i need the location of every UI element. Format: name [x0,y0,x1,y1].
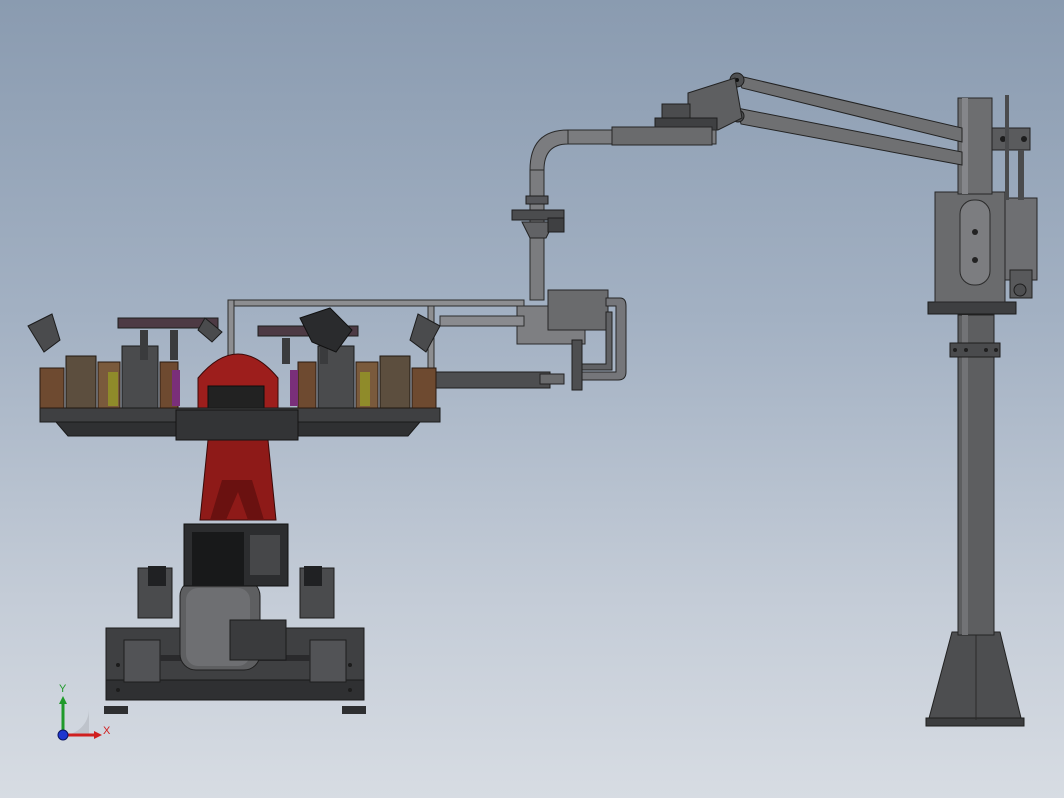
connection-rail [227,299,525,307]
triad-x-label: X [103,725,111,737]
triad-y-label: Y [59,683,67,695]
column-base [927,631,1023,723]
coordinate-triad: X Y [57,683,111,741]
welding-fixture-rotator[interactable] [27,307,441,714]
lower-arm-link [736,107,963,166]
model-scene[interactable]: X Y [0,0,1064,798]
triad-z-axis [57,729,69,741]
graphics-viewport[interactable]: X Y [0,0,1064,798]
gas-spring-cylinder [1004,197,1038,281]
gripper-arm [439,315,525,327]
column-rotating-plate [927,301,1017,315]
column-base-plate [925,717,1025,727]
column-flange [949,342,1001,358]
pipe-elbow [529,129,569,171]
rod-vertical [1005,95,1009,200]
